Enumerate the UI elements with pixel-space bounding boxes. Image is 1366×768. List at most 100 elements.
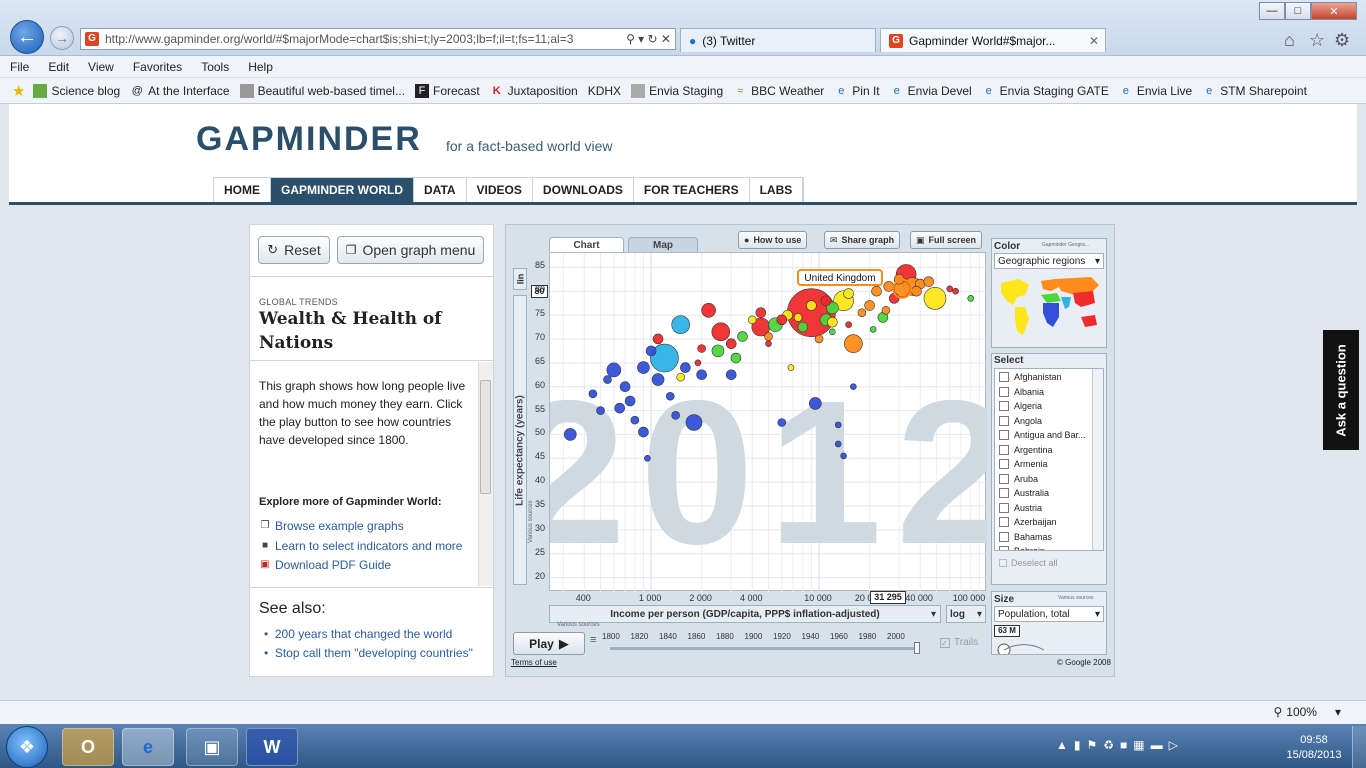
- country-bubble[interactable]: [730, 352, 742, 364]
- country-bubble[interactable]: [787, 364, 795, 371]
- system-tray-icons[interactable]: ▲▮⚑♻■▦▬▷: [1056, 738, 1184, 752]
- start-button[interactable]: ❖: [6, 726, 48, 768]
- country-bubble[interactable]: [603, 375, 612, 384]
- taskbar-outlook-icon[interactable]: O: [62, 728, 114, 766]
- menu-view[interactable]: View: [88, 60, 114, 74]
- play-button[interactable]: Play ▶: [513, 632, 585, 655]
- country-item[interactable]: Afghanistan: [999, 370, 1093, 385]
- country-bubble[interactable]: [806, 300, 817, 311]
- country-bubble[interactable]: [563, 428, 577, 441]
- reset-button[interactable]: ↻ Reset: [258, 236, 330, 264]
- country-bubble[interactable]: [911, 285, 922, 297]
- country-bubble[interactable]: [834, 421, 842, 429]
- gapminder-logo[interactable]: GAPMINDER: [196, 120, 422, 159]
- color-select[interactable]: Geographic regions ▾: [994, 253, 1104, 269]
- fav-envia-staging[interactable]: Envia Staging: [631, 83, 723, 98]
- see-also-link-developing[interactable]: • Stop call them "developing countries": [264, 646, 473, 660]
- country-item[interactable]: Armenia: [999, 457, 1093, 472]
- country-bubble[interactable]: [645, 345, 657, 357]
- show-desktop-button[interactable]: [1352, 726, 1366, 768]
- country-bubble[interactable]: [857, 308, 867, 317]
- country-bubble[interactable]: [843, 288, 854, 299]
- nav-downloads[interactable]: DOWNLOADS: [532, 178, 634, 202]
- nav-gapminder-world[interactable]: GAPMINDER WORLD: [271, 178, 414, 202]
- country-bubble[interactable]: [845, 321, 852, 328]
- country-bubble[interactable]: [725, 369, 737, 381]
- settings-gear-icon[interactable]: ⚙: [1334, 30, 1350, 51]
- country-bubble[interactable]: [793, 313, 803, 322]
- x-sources[interactable]: Various sources: [557, 622, 600, 628]
- country-bubble[interactable]: [871, 285, 882, 297]
- country-bubble[interactable]: [596, 406, 605, 415]
- address-search-icon[interactable]: ⚲ ▾ ↻ ✕: [622, 32, 675, 46]
- country-bubble[interactable]: [606, 362, 622, 378]
- country-bubble[interactable]: [864, 300, 875, 311]
- country-bubble[interactable]: [923, 276, 935, 287]
- world-region-map[interactable]: [995, 273, 1105, 345]
- minimize-button[interactable]: —: [1259, 2, 1285, 20]
- open-graph-menu-button[interactable]: ❐ Open graph menu: [337, 236, 484, 264]
- country-bubble[interactable]: [747, 315, 757, 325]
- menu-help[interactable]: Help: [248, 60, 273, 74]
- trails-checkbox[interactable]: ✓ Trails: [940, 637, 978, 648]
- country-bubble[interactable]: [637, 361, 650, 374]
- country-bubble[interactable]: [797, 321, 809, 333]
- y-sources[interactable]: Various sources: [528, 500, 534, 543]
- country-bubble[interactable]: [888, 293, 900, 304]
- country-item[interactable]: Azerbaijan: [999, 515, 1093, 530]
- country-bubble[interactable]: [840, 452, 847, 460]
- country-bubble[interactable]: [820, 295, 832, 307]
- fav-kdhx[interactable]: KDHX: [588, 84, 621, 98]
- country-item[interactable]: Bahamas: [999, 530, 1093, 545]
- country-bubble[interactable]: [701, 302, 716, 318]
- size-sources[interactable]: Various sources: [1058, 595, 1093, 601]
- country-bubble[interactable]: [614, 402, 625, 414]
- nav-labs[interactable]: LABS: [749, 178, 804, 202]
- maximize-button[interactable]: □: [1285, 2, 1311, 20]
- country-item[interactable]: Australia: [999, 486, 1093, 501]
- country-bubble[interactable]: [694, 359, 702, 367]
- country-bubble[interactable]: [696, 369, 707, 381]
- country-bubble[interactable]: [671, 315, 690, 334]
- country-bubble[interactable]: [946, 285, 954, 293]
- country-bubble[interactable]: [881, 305, 891, 315]
- menu-edit[interactable]: Edit: [48, 60, 69, 74]
- taskbar-word-icon[interactable]: W: [246, 728, 298, 766]
- country-bubble[interactable]: [869, 326, 877, 333]
- nav-data[interactable]: DATA: [414, 178, 467, 202]
- ask-a-question-button[interactable]: Ask a question: [1323, 330, 1359, 450]
- country-bubble[interactable]: [671, 411, 680, 420]
- y-scale-select[interactable]: lin: [513, 268, 527, 290]
- country-bubble[interactable]: [619, 381, 631, 392]
- fav-science-blog[interactable]: Science blog: [33, 83, 120, 98]
- country-bubble[interactable]: [764, 332, 773, 341]
- address-bar[interactable]: G http://www.gapminder.org/world/#$major…: [80, 28, 676, 50]
- tab-chart[interactable]: Chart: [549, 237, 624, 253]
- taskbar-explorer-icon[interactable]: ▣: [186, 728, 238, 766]
- country-bubble[interactable]: [680, 362, 691, 373]
- country-bubble[interactable]: [624, 395, 636, 407]
- tab-twitter[interactable]: ● (3) Twitter: [680, 28, 876, 52]
- nav-for-teachers[interactable]: FOR TEACHERS: [633, 178, 750, 202]
- country-bubble[interactable]: [850, 383, 857, 390]
- country-bubble[interactable]: [725, 338, 737, 350]
- menu-tools[interactable]: Tools: [201, 60, 229, 74]
- country-bubble[interactable]: [630, 415, 640, 425]
- chart-plot-area[interactable]: 2012 United Kingdom: [512, 252, 1010, 592]
- home-icon[interactable]: ⌂: [1284, 30, 1295, 51]
- size-select[interactable]: Population, total ▾: [994, 606, 1104, 622]
- nav-home[interactable]: HOME: [214, 178, 271, 202]
- fav-bbc-weather[interactable]: ≈ BBC Weather: [733, 84, 824, 98]
- speed-control-icon[interactable]: ≡: [590, 634, 596, 646]
- country-bubble[interactable]: [711, 344, 725, 358]
- favorites-star-icon[interactable]: ★: [12, 82, 25, 100]
- country-bubble[interactable]: [809, 397, 822, 410]
- deselect-all-button[interactable]: Deselect all: [999, 558, 1058, 568]
- country-bubble[interactable]: [827, 316, 838, 328]
- country-bubble[interactable]: [844, 334, 863, 354]
- timeline-track[interactable]: [610, 647, 920, 650]
- fav-envia-live[interactable]: e Envia Live: [1119, 84, 1192, 98]
- country-item[interactable]: Bahrain: [999, 544, 1093, 550]
- country-list-scrollbar[interactable]: [1092, 369, 1103, 550]
- country-bubble[interactable]: [588, 389, 598, 399]
